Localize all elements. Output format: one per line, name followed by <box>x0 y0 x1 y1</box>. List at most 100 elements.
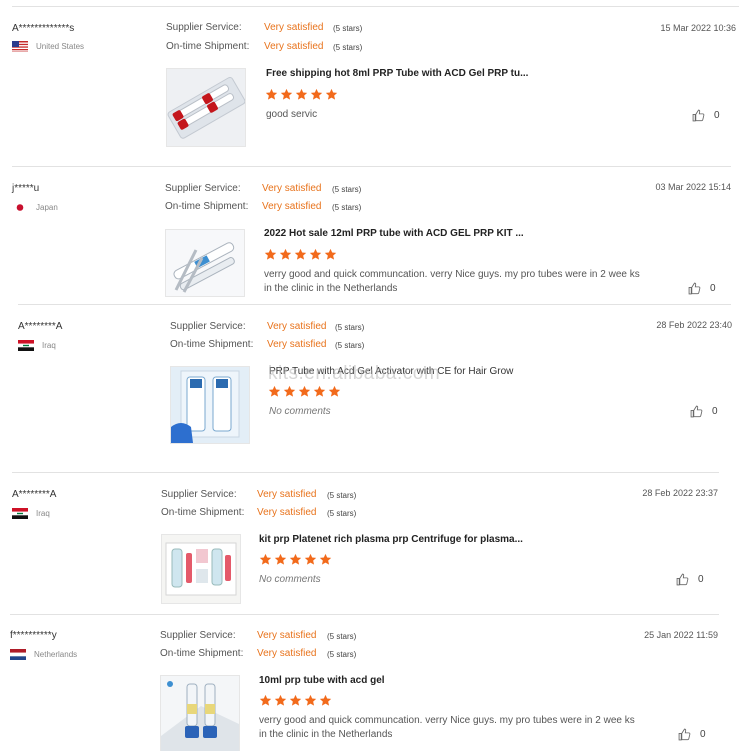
star-icon <box>264 248 277 260</box>
flag-iq-icon <box>18 340 34 351</box>
star-icon <box>325 88 338 100</box>
product-thumbnail[interactable] <box>161 534 241 604</box>
divider <box>18 304 731 305</box>
product-title-link[interactable]: 10ml prp tube with acd gel <box>259 675 385 686</box>
reviewer-name: f**********y <box>10 630 57 641</box>
star-icon <box>304 553 317 565</box>
thumbs-up-icon <box>688 282 701 295</box>
shipment-rating: Very satisfied <box>262 201 322 212</box>
flag-us-icon <box>12 41 28 52</box>
review-date: 25 Jan 2022 11:59 <box>644 630 718 640</box>
star-icon <box>279 248 292 260</box>
country-label: Iraq <box>42 341 56 350</box>
shipment-rating: Very satisfied <box>264 41 324 52</box>
product-title-link[interactable]: PRP Tube with Acd Gel Activator with CE … <box>269 366 513 377</box>
like-count: 0 <box>698 574 704 585</box>
shipment-rating: Very satisfied <box>267 339 327 350</box>
star-icon <box>274 694 287 706</box>
star-icon <box>295 88 308 100</box>
reviewer-name: A********A <box>18 321 63 332</box>
product-title-link[interactable]: 2022 Hot sale 12ml PRP tube with ACD GEL… <box>264 228 524 239</box>
product-thumbnail[interactable] <box>165 229 245 297</box>
supplier-service-rating: Very satisfied <box>257 489 317 500</box>
star-icon <box>280 88 293 100</box>
shipment-label: On-time Shipment: <box>165 201 249 212</box>
supplier-service-stars: (5 stars) <box>332 185 362 194</box>
star-icon <box>310 88 323 100</box>
rating-stars <box>265 88 338 101</box>
rating-stars <box>259 694 332 707</box>
shipment-label: On-time Shipment: <box>170 339 254 350</box>
review-comment: good servic <box>266 109 318 120</box>
review-date: 28 Feb 2022 23:37 <box>642 488 718 498</box>
shipment-stars: (5 stars) <box>332 203 362 212</box>
star-icon <box>259 694 272 706</box>
like-button[interactable]: 0 <box>676 573 704 586</box>
country-label: Japan <box>36 203 58 212</box>
reviewer-country: Iraq <box>18 340 56 351</box>
like-count: 0 <box>710 283 716 294</box>
review-date: 15 Mar 2022 10:36 <box>660 23 736 33</box>
supplier-service-rating: Very satisfied <box>267 321 327 332</box>
like-button[interactable]: 0 <box>688 282 716 295</box>
reviewer-name: A*************s <box>12 23 75 34</box>
review-comment: verry good and quick communcation. verry… <box>264 269 640 294</box>
reviewer-country: Japan <box>12 202 58 213</box>
reviewer-name: A********A <box>12 489 57 500</box>
shipment-stars: (5 stars) <box>335 341 365 350</box>
divider <box>12 6 739 7</box>
shipment-stars: (5 stars) <box>327 509 357 518</box>
supplier-service-stars: (5 stars) <box>335 323 365 332</box>
star-icon <box>265 88 278 100</box>
reviewer-country: United States <box>12 41 84 52</box>
star-icon <box>294 248 307 260</box>
reviewer-country: Iraq <box>12 508 50 519</box>
supplier-service-rating: Very satisfied <box>257 630 317 641</box>
star-icon <box>298 385 311 397</box>
star-icon <box>328 385 341 397</box>
review-comment: No comments <box>269 406 331 417</box>
flag-nl-icon <box>10 649 26 660</box>
shipment-rating: Very satisfied <box>257 507 317 518</box>
rating-stars <box>268 385 341 398</box>
supplier-service-stars: (5 stars) <box>327 632 357 641</box>
country-label: Netherlands <box>34 650 78 659</box>
review-date: 28 Feb 2022 23:40 <box>656 320 732 330</box>
star-icon <box>304 694 317 706</box>
shipment-stars: (5 stars) <box>327 650 357 659</box>
supplier-service-label: Supplier Service: <box>166 22 242 33</box>
product-thumbnail[interactable] <box>166 68 246 147</box>
thumbs-up-icon <box>690 405 703 418</box>
shipment-label: On-time Shipment: <box>161 507 245 518</box>
like-button[interactable]: 0 <box>692 109 720 122</box>
star-icon <box>313 385 326 397</box>
star-icon <box>324 248 337 260</box>
product-title-link[interactable]: Free shipping hot 8ml PRP Tube with ACD … <box>266 68 528 79</box>
star-icon <box>309 248 322 260</box>
supplier-service-label: Supplier Service: <box>160 630 236 641</box>
shipment-label: On-time Shipment: <box>166 41 250 52</box>
product-thumbnail[interactable] <box>170 366 250 444</box>
supplier-service-label: Supplier Service: <box>161 489 237 500</box>
country-label: Iraq <box>36 509 50 518</box>
like-button[interactable]: 0 <box>678 728 706 741</box>
star-icon <box>319 553 332 565</box>
thumbs-up-icon <box>676 573 689 586</box>
country-label: United States <box>36 42 85 51</box>
divider <box>10 614 719 615</box>
supplier-service-stars: (5 stars) <box>333 24 363 33</box>
review-comment: No comments <box>259 574 321 585</box>
product-thumbnail[interactable] <box>160 675 240 751</box>
product-title-link[interactable]: kit prp Platenet rich plasma prp Centrif… <box>259 534 523 545</box>
review-comment: verry good and quick communcation. verry… <box>259 715 635 740</box>
rating-stars <box>264 248 337 261</box>
divider <box>12 166 731 167</box>
thumbs-up-icon <box>678 728 691 741</box>
star-icon <box>289 553 302 565</box>
like-button[interactable]: 0 <box>690 405 718 418</box>
supplier-service-label: Supplier Service: <box>170 321 246 332</box>
star-icon <box>289 694 302 706</box>
supplier-service-stars: (5 stars) <box>327 491 357 500</box>
supplier-service-rating: Very satisfied <box>262 183 322 194</box>
star-icon <box>319 694 332 706</box>
